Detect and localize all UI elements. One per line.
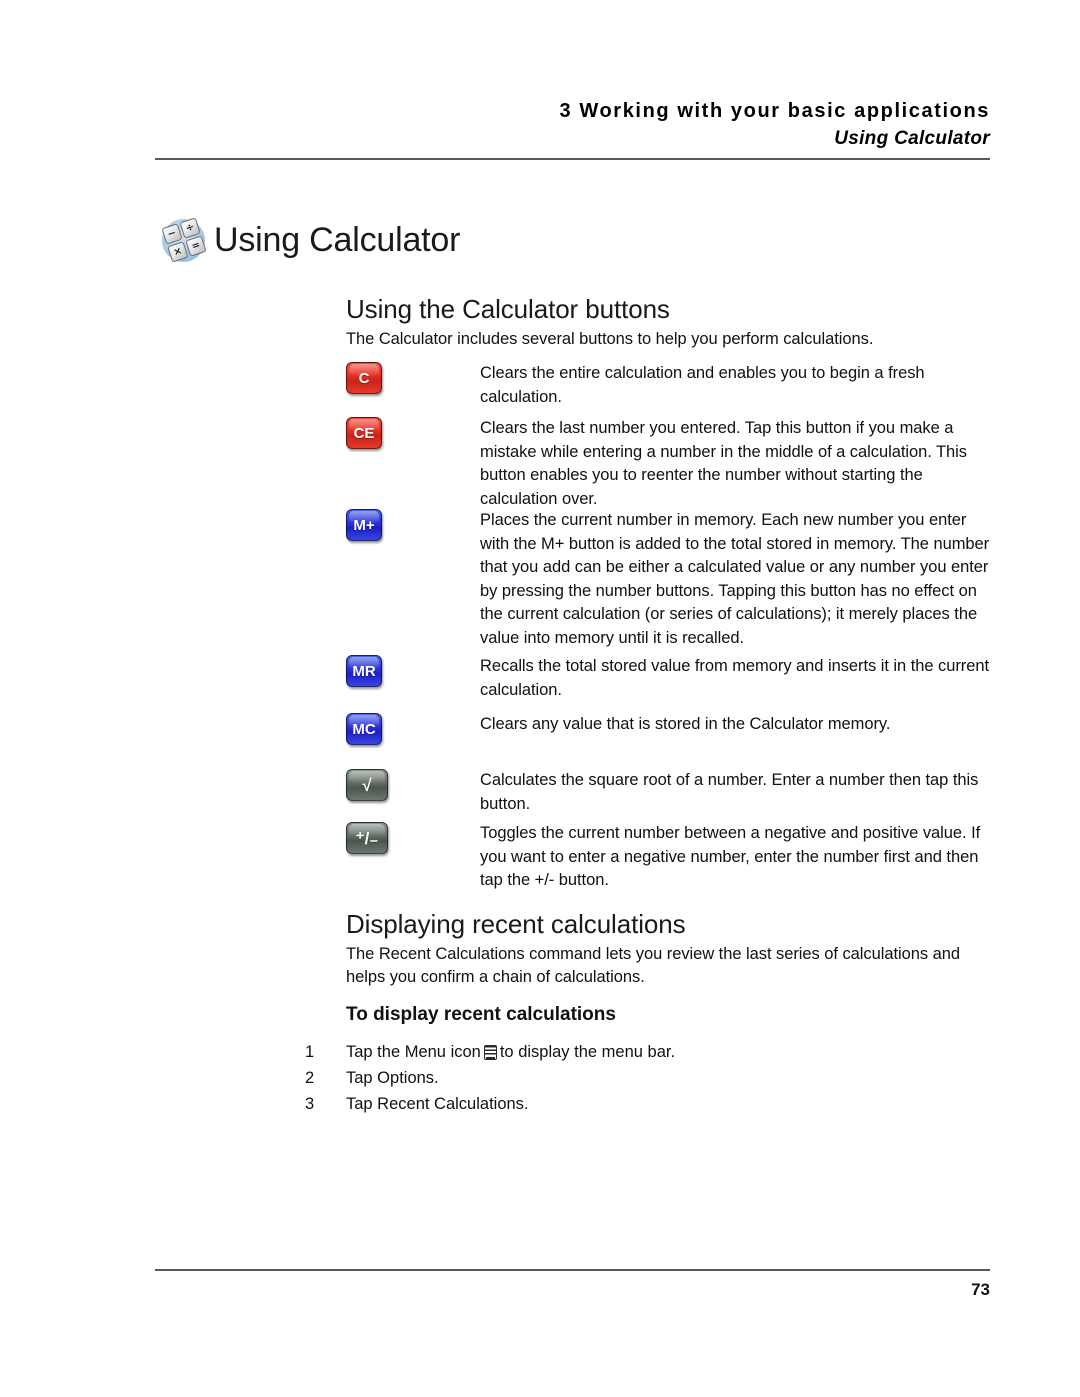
button-cell: √ bbox=[346, 769, 466, 806]
calculator-icon: − ÷ × = bbox=[160, 216, 208, 264]
step-number: 2 bbox=[305, 1069, 315, 1087]
button-description: Recalls the total stored value from memo… bbox=[480, 657, 990, 699]
list-item: 1 Tap the Menu icon to display the menu b… bbox=[305, 1039, 995, 1065]
header-chapter: 3 Working with your basic applications bbox=[559, 100, 990, 122]
memory-add-button[interactable]: M+ bbox=[346, 509, 382, 541]
button-description: Calculates the square root of a number. … bbox=[480, 771, 979, 813]
step-number: 1 bbox=[305, 1043, 315, 1061]
button-cell: CE bbox=[346, 417, 466, 454]
intro-displaying-recent-calculations: The Recent Calculations command lets you… bbox=[346, 945, 960, 986]
step-text: Tap Options. bbox=[346, 1069, 439, 1087]
header-section: Using Calculator bbox=[834, 128, 990, 149]
button-cell: C bbox=[346, 362, 466, 399]
button-cell: ⁺/₋ bbox=[346, 822, 466, 859]
heading-using-calculator-buttons: Using the Calculator buttons bbox=[346, 294, 670, 324]
square-root-button[interactable]: √ bbox=[346, 769, 388, 801]
step-text: Tap the Menu icon to display the menu bar… bbox=[346, 1039, 675, 1065]
step-text-after: to display the menu bar. bbox=[499, 1043, 676, 1061]
subheading-to-display-recent-calculations: To display recent calculations bbox=[346, 1004, 616, 1025]
memory-clear-button[interactable]: MC bbox=[346, 713, 382, 745]
step-text: Tap Recent Calculations. bbox=[346, 1095, 529, 1113]
page-title: − ÷ × = Using Calculator bbox=[160, 216, 460, 264]
step-number: 3 bbox=[305, 1095, 315, 1113]
page-title-text: Using Calculator bbox=[214, 221, 461, 259]
button-cell: MC bbox=[346, 713, 466, 750]
intro-using-calculator-buttons: The Calculator includes several buttons … bbox=[346, 330, 874, 348]
button-description: Clears the last number you entered. Tap … bbox=[480, 419, 967, 508]
clear-button[interactable]: C bbox=[346, 362, 382, 394]
heading-displaying-recent-calculations: Displaying recent calculations bbox=[346, 909, 686, 939]
list-item: 3 Tap Recent Calculations. bbox=[305, 1091, 995, 1117]
button-cell: M+ bbox=[346, 509, 466, 546]
page-number: 73 bbox=[971, 1280, 990, 1299]
step-text-before: Tap the Menu icon bbox=[346, 1043, 481, 1061]
running-header: 3 Working with your basic applications U… bbox=[155, 98, 990, 152]
button-description: Clears any value that is stored in the C… bbox=[480, 715, 891, 733]
clear-entry-button[interactable]: CE bbox=[346, 417, 382, 449]
sign-toggle-button[interactable]: ⁺/₋ bbox=[346, 822, 388, 854]
button-description: Toggles the current number between a neg… bbox=[480, 824, 981, 889]
header-divider bbox=[155, 158, 990, 160]
button-description: Places the current number in memory. Eac… bbox=[480, 511, 990, 647]
button-description: Clears the entire calculation and enable… bbox=[480, 364, 925, 406]
document-page: 3 Working with your basic applications U… bbox=[0, 0, 1080, 1397]
steps-list: 1 Tap the Menu icon to display the menu b… bbox=[305, 1039, 995, 1117]
memory-recall-button[interactable]: MR bbox=[346, 655, 382, 687]
button-cell: MR bbox=[346, 655, 466, 692]
menu-icon bbox=[483, 1045, 497, 1060]
footer-divider bbox=[155, 1269, 990, 1271]
list-item: 2 Tap Options. bbox=[305, 1065, 995, 1091]
